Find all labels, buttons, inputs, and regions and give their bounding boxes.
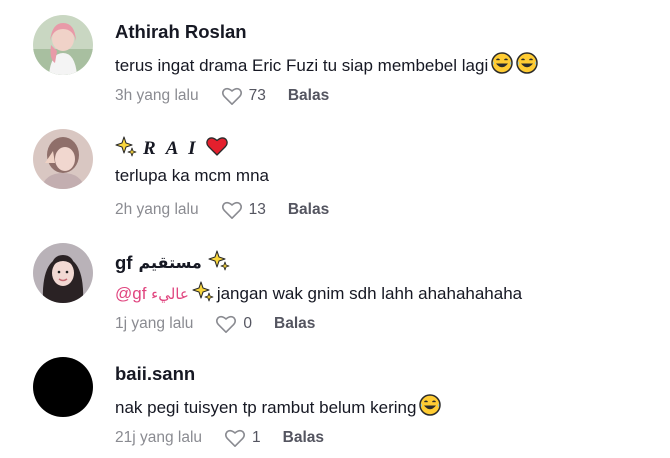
mention-text: @gf [115, 283, 147, 303]
timestamp: 21j yang lalu [115, 429, 203, 446]
username[interactable]: baii.sann [115, 363, 195, 385]
username-text: baii.sann [115, 363, 196, 384]
reply-button[interactable]: Balas [288, 86, 329, 106]
heart-outline-icon[interactable] [221, 86, 243, 106]
comment-item: R A I terlupa ka mcm mna 2h yang lalu 13… [0, 114, 670, 226]
timestamp: 1j yang lalu [115, 315, 194, 332]
heart-outline-icon[interactable] [224, 428, 246, 448]
sparkles-icon [115, 135, 137, 162]
comment-meta: 2h yang lalu 13 Balas [115, 200, 329, 220]
sparkles-icon [208, 249, 230, 276]
avatar[interactable] [33, 357, 93, 417]
heart-outline-icon[interactable] [221, 200, 243, 220]
mention-link[interactable]: @gf عاليء [115, 284, 189, 304]
comment-item: gf مستقيم @gf عاليء jangan wak gnim sdh … [0, 228, 670, 340]
username-text: Athirah Roslan [115, 21, 247, 42]
comment-item: Athirah Roslan terus ingat drama Eric Fu… [0, 0, 670, 112]
comment-text: terlupa ka mcm mna [115, 166, 269, 186]
comment-body: terus ingat drama Eric Fuzi tu siap memb… [115, 55, 489, 75]
red-heart-icon [205, 135, 229, 162]
comment-meta: 1j yang lalu 0 Balas [115, 314, 315, 334]
like-count: 0 [243, 315, 253, 332]
heart-outline-icon[interactable] [215, 314, 237, 334]
like-button[interactable]: 0 [215, 314, 252, 334]
comment-meta: 21j yang lalu 1 Balas [115, 428, 324, 448]
comment-body: terlupa ka mcm mna [115, 166, 269, 185]
reply-button[interactable]: Balas [274, 314, 315, 334]
like-count: 1 [252, 429, 261, 446]
avatar[interactable] [33, 243, 93, 303]
like-button[interactable]: 13 [221, 200, 266, 220]
username-text: R A I [143, 137, 199, 159]
comment-text: @gf عاليء jangan wak gnim sdh lahh ahaha… [115, 280, 522, 307]
laughing-tears-emoji-icon [419, 394, 442, 421]
comment-text: nak pegi tuisyen tp rambut belum kering [115, 394, 442, 421]
reply-button[interactable]: Balas [288, 200, 329, 220]
comment-body: nak pegi tuisyen tp rambut belum kering [115, 397, 417, 417]
username[interactable]: gf مستقيم [115, 249, 230, 276]
mention-arabic: عاليء [151, 284, 189, 303]
sparkles-icon [192, 280, 214, 307]
username[interactable]: R A I [115, 135, 229, 162]
username-arabic: مستقيم [138, 252, 202, 272]
avatar[interactable] [33, 129, 93, 189]
timestamp: 3h yang lalu [115, 87, 199, 104]
username[interactable]: Athirah Roslan [115, 21, 247, 43]
comment-text: terus ingat drama Eric Fuzi tu siap memb… [115, 52, 538, 79]
like-count: 13 [248, 201, 266, 218]
avatar[interactable] [33, 15, 93, 75]
laughing-tears-emoji-icon [491, 52, 513, 79]
like-count: 73 [248, 87, 266, 104]
comment-body: jangan wak gnim sdh lahh ahahahahaha [216, 283, 523, 303]
like-button[interactable]: 73 [221, 86, 266, 106]
laughing-tears-emoji-icon [516, 52, 538, 79]
like-button[interactable]: 1 [224, 428, 261, 448]
timestamp: 2h yang lalu [115, 201, 199, 218]
comment-item: baii.sann nak pegi tuisyen tp rambut bel… [0, 342, 670, 454]
comment-meta: 3h yang lalu 73 Balas [115, 86, 329, 106]
username-text: gf [115, 251, 133, 273]
reply-button[interactable]: Balas [283, 428, 324, 448]
